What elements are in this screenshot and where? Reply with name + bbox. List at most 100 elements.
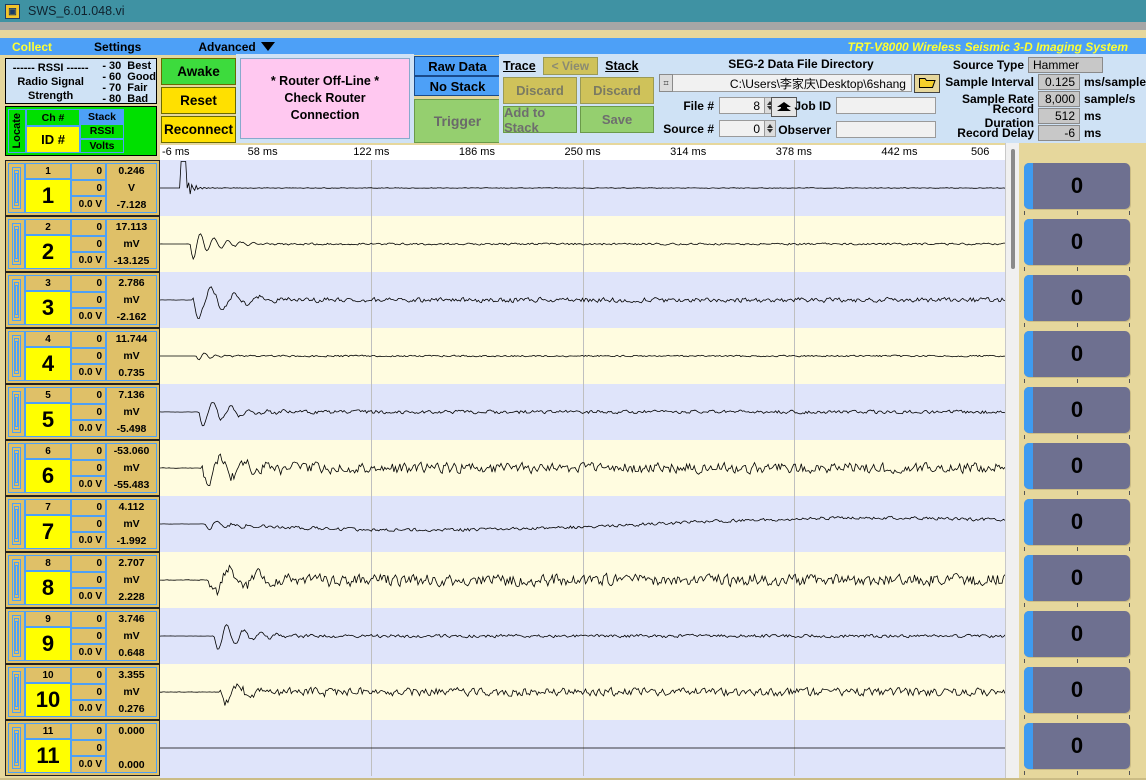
channel-gain-slider[interactable]: 0 — [1024, 611, 1130, 657]
channel-tile[interactable]: 1010000.0 V3.355mV0.276 — [5, 664, 160, 720]
channel-locate-button[interactable] — [8, 499, 25, 549]
channel-locate-button[interactable] — [8, 667, 25, 717]
parameter-unit: sample/s — [1084, 92, 1135, 106]
channel-tile[interactable]: 33000.0 V2.786mV-2.162 — [5, 272, 160, 328]
channel-gain-slider[interactable]: 0 — [1024, 387, 1130, 433]
source-number-label: Source # — [659, 122, 714, 136]
channel-locate-button[interactable] — [8, 443, 25, 493]
trace-lane[interactable] — [160, 552, 1005, 608]
trace-lane[interactable] — [160, 160, 1005, 216]
menu-item-settings[interactable]: Settings — [94, 40, 141, 54]
channel-gauge-list: 0 0 0 0 0 0 0 0 0 0 0 — [1019, 160, 1146, 780]
trace-lane[interactable] — [160, 272, 1005, 328]
menu-item-advanced[interactable]: Advanced — [198, 40, 274, 54]
channel-gain-slider[interactable]: 0 — [1024, 723, 1130, 769]
channel-amplitude-unit: mV — [123, 294, 139, 306]
reconnect-button[interactable]: Reconnect — [161, 116, 236, 143]
trace-vertical-scrollbar[interactable] — [1005, 143, 1019, 780]
channel-tile[interactable]: 22000.0 V17.113mV-13.125 — [5, 216, 160, 272]
trace-lane[interactable] — [160, 664, 1005, 720]
file-number-input[interactable]: 8 — [719, 97, 765, 114]
channel-locate-button[interactable] — [8, 219, 25, 269]
channel-id[interactable]: 5 — [25, 403, 71, 437]
scrollbar-thumb[interactable] — [1011, 149, 1015, 269]
open-folder-icon[interactable] — [914, 74, 940, 93]
channel-stack-count: 0 — [71, 443, 106, 460]
window-title: SWS_6.01.048.vi — [28, 4, 125, 18]
channel-id[interactable]: 10 — [25, 683, 71, 717]
channel-gain-slider[interactable]: 0 — [1024, 163, 1130, 209]
reset-button[interactable]: Reset — [161, 87, 236, 114]
channel-voltage: 0.0 V — [71, 700, 106, 717]
save-button[interactable]: Save — [580, 106, 654, 133]
trace-lane[interactable] — [160, 440, 1005, 496]
channel-id[interactable]: 4 — [25, 347, 71, 381]
channel-gain-slider[interactable]: 0 — [1024, 667, 1130, 713]
channel-gain-slider[interactable]: 0 — [1024, 555, 1130, 601]
channel-tile[interactable]: 77000.0 V4.112mV-1.992 — [5, 496, 160, 552]
menu-bar: Collect Settings Advanced TRT-V8000 Wire… — [0, 38, 1146, 55]
channel-stack-count: 0 — [71, 275, 106, 292]
stack-discard-button[interactable]: Discard — [580, 77, 654, 104]
channel-locate-button[interactable] — [8, 723, 25, 773]
trace-waveform — [160, 664, 1005, 720]
seismic-trace-plot[interactable] — [160, 160, 1005, 780]
channel-tile[interactable]: 1111000.0 V0.0000.000 — [5, 720, 160, 776]
awake-button[interactable]: Awake — [161, 58, 236, 85]
channel-rssi-value: 0 — [71, 460, 106, 477]
job-id-input[interactable] — [836, 97, 936, 114]
channel-locate-button[interactable] — [8, 331, 25, 381]
add-to-stack-button[interactable]: Add to Stack — [503, 106, 577, 133]
parameter-value[interactable]: Hammer — [1028, 57, 1103, 73]
menu-item-collect[interactable]: Collect — [12, 40, 52, 54]
channel-id[interactable]: 9 — [25, 627, 71, 661]
trace-lane[interactable] — [160, 608, 1005, 664]
channel-gain-slider[interactable]: 0 — [1024, 443, 1130, 489]
raw-data-toggle[interactable]: Raw Data — [414, 56, 501, 76]
source-number-input[interactable]: 0 — [719, 120, 765, 137]
time-axis-tick: 58 ms — [248, 146, 278, 158]
channel-tile[interactable]: 88000.0 V2.707mV2.228 — [5, 552, 160, 608]
channel-id[interactable]: 7 — [25, 515, 71, 549]
trigger-button[interactable]: Trigger — [414, 99, 501, 143]
channel-locate-button[interactable] — [8, 387, 25, 437]
channel-tile[interactable]: 55000.0 V7.136mV-5.498 — [5, 384, 160, 440]
observer-input[interactable] — [836, 121, 936, 138]
trace-lane[interactable] — [160, 496, 1005, 552]
view-toggle-button[interactable]: < View — [543, 57, 598, 75]
labview-vi-icon: ▣ — [5, 4, 20, 19]
channel-id[interactable]: 3 — [25, 291, 71, 325]
trace-waveform — [160, 272, 1005, 328]
time-axis-tick: 186 ms — [459, 146, 495, 158]
channel-gain-slider[interactable]: 0 — [1024, 275, 1130, 321]
path-browse-icon[interactable]: ⌗ — [659, 74, 673, 92]
channel-gain-slider[interactable]: 0 — [1024, 331, 1130, 377]
channel-gain-slider[interactable]: 0 — [1024, 219, 1130, 265]
channel-id[interactable]: 11 — [25, 739, 71, 773]
channel-id[interactable]: 6 — [25, 459, 71, 493]
channel-id[interactable]: 2 — [25, 235, 71, 269]
channel-locate-button[interactable] — [8, 275, 25, 325]
channel-gain-slider[interactable]: 0 — [1024, 499, 1130, 545]
channel-locate-button[interactable] — [8, 611, 25, 661]
channel-tile[interactable]: 44000.0 V11.744mV0.735 — [5, 328, 160, 384]
file-path-input[interactable]: C:\Users\李家庆\Desktop\6shang — [673, 74, 912, 92]
channel-amplitude-max: 0.246 — [118, 165, 144, 177]
trace-lane[interactable] — [160, 216, 1005, 272]
channel-tile[interactable]: 11000.0 V0.246V-7.128 — [5, 160, 160, 216]
channel-rssi-value: 0 — [71, 516, 106, 533]
trace-lane[interactable] — [160, 328, 1005, 384]
rssi-line-2: Radio Signal — [6, 75, 95, 89]
channel-locate-button[interactable] — [8, 163, 25, 213]
trace-waveform — [160, 384, 1005, 440]
trace-lane[interactable] — [160, 384, 1005, 440]
channel-id[interactable]: 8 — [25, 571, 71, 605]
trace-lane[interactable] — [160, 720, 1005, 776]
channel-id[interactable]: 1 — [25, 179, 71, 213]
channel-amplitude-max: 2.786 — [118, 277, 144, 289]
channel-locate-button[interactable] — [8, 555, 25, 605]
channel-tile[interactable]: 66000.0 V-53.060mV-55.483 — [5, 440, 160, 496]
no-stack-toggle[interactable]: No Stack — [414, 76, 501, 96]
trace-discard-button[interactable]: Discard — [503, 77, 577, 104]
channel-tile[interactable]: 99000.0 V3.746mV0.648 — [5, 608, 160, 664]
